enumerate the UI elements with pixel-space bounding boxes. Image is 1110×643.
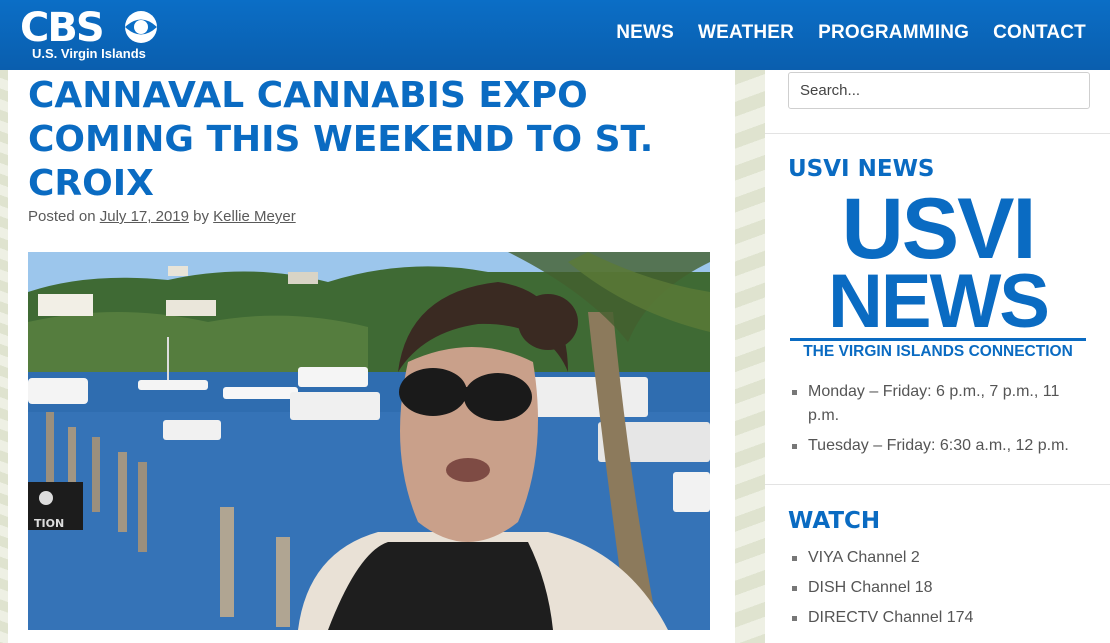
usvi-logo-tagline: THE VIRGIN ISLANDS CONNECTION: [803, 343, 1073, 360]
list-item: Tuesday – Friday: 6:30 a.m., 12 p.m.: [790, 434, 1090, 458]
cbs-eye-icon: [125, 11, 157, 43]
sidebar-divider: [765, 484, 1110, 485]
nav-weather[interactable]: WEATHER: [698, 22, 794, 44]
search-input[interactable]: [788, 72, 1090, 109]
nav-contact[interactable]: CONTACT: [993, 22, 1086, 44]
posted-prefix: Posted on: [28, 208, 96, 225]
main-nav: NEWS WEATHER PROGRAMMING CONTACT: [616, 22, 1086, 44]
by-text: by: [193, 208, 209, 225]
marina-interview-image: TION: [28, 252, 710, 630]
article-meta: Posted on July 17, 2019 by Kellie Meyer: [28, 208, 296, 225]
background-pattern: [735, 70, 765, 643]
logo-wordmark: CBS: [20, 5, 105, 51]
logo-subtitle: U.S. Virgin Islands: [32, 46, 146, 61]
list-item: VIYA Channel 2: [790, 546, 1090, 570]
watch-heading: WATCH: [788, 508, 881, 534]
cbs-logo[interactable]: CBS U.S. Virgin Islands: [20, 6, 170, 64]
usvi-news-logo[interactable]: USVI NEWS THE VIRGIN ISLANDS CONNECTION: [788, 184, 1088, 364]
nav-news[interactable]: NEWS: [616, 22, 674, 44]
list-item: DIRECTV Channel 174: [790, 606, 1090, 630]
nav-programming[interactable]: PROGRAMMING: [818, 22, 969, 44]
article-card: CANNAVAL CANNABIS EXPO COMING THIS WEEKE…: [8, 70, 735, 643]
schedule-list: Monday – Friday: 6 p.m., 7 p.m., 11 p.m.…: [790, 380, 1090, 464]
sidebar-divider: [765, 133, 1110, 134]
background-pattern-left: [0, 70, 8, 643]
list-item: DISH Channel 18: [790, 576, 1090, 600]
usvi-logo-line2: NEWS: [828, 259, 1050, 344]
flag-text: TION: [34, 517, 64, 530]
post-date-link[interactable]: July 17, 2019: [100, 208, 189, 225]
site-header: CBS U.S. Virgin Islands NEWS WEATHER PRO…: [0, 0, 1110, 70]
sidebar: USVI NEWS USVI NEWS THE VIRGIN ISLANDS C…: [765, 70, 1110, 643]
article-photo: TION: [28, 252, 710, 630]
article-title[interactable]: CANNAVAL CANNABIS EXPO COMING THIS WEEKE…: [28, 74, 708, 206]
usvi-logo-rule: [790, 338, 1086, 341]
author-link[interactable]: Kellie Meyer: [213, 208, 296, 225]
list-item: Monday – Friday: 6 p.m., 7 p.m., 11 p.m.: [790, 380, 1090, 428]
usvi-news-heading: USVI NEWS: [788, 156, 935, 182]
channel-list: VIYA Channel 2 DISH Channel 18 DIRECTV C…: [790, 546, 1090, 636]
